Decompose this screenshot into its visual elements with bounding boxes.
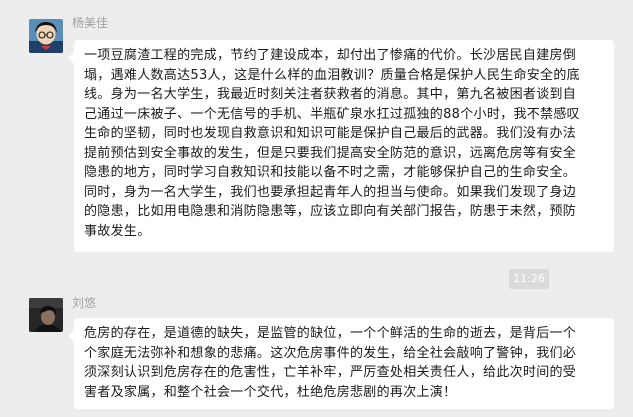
message-line: 生命的坚韧，同时也发现自救意识和知识可能是保护自己最后的武器。我们没有办法 <box>84 126 577 141</box>
message-line: 线。身为一名大学生，我最近时刻关注者获救者的消息。其中，第九名被困者谈到自 <box>84 87 577 102</box>
message-bubble[interactable]: 一项豆腐渣工程的完成，节约了建设成本，却付出了惨痛的代价。长沙居民自建房倒 塌，… <box>68 40 614 252</box>
message-line: 危房的存在，是道德的缺失，是监管的缺位，一个个鲜活的生命的逝去，是背后一个 <box>84 326 577 341</box>
message-bubble[interactable]: 危房的存在，是道德的缺失，是监管的缺位，一个个鲜活的生命的逝去，是背后一个 个家… <box>68 318 614 409</box>
timestamp: 11:26 <box>509 269 549 289</box>
message-line: 同时，身为一名大学生，我们也要承担起青年人的担当与使命。如果我们发现了身边 <box>84 184 577 200</box>
message-line: 隐患的地方，同时学习自救知识和技能以备不时之需，才能够保护自己的生命安全。 <box>84 165 577 180</box>
message-line: 事故发生。 <box>84 223 151 239</box>
message-line: 己通过一床被子、一个无信号的手机、半瓶矿泉水扛过孤独的88个小时，我不禁感叹 <box>84 106 580 122</box>
avatar[interactable] <box>29 19 63 53</box>
message-line: 塌，遇难人数高达53人，这是什么样的血泪教训？质量合格是保护人民生命安全的底 <box>84 67 580 83</box>
message-line: 提前预估到安全事故的发生，但是只要我们提高安全防范的意识，远离危房等有安全 <box>84 145 577 161</box>
sender-name: 杨美佳 <box>72 16 109 30</box>
message-line: 的隐患，比如用电隐患和消防隐患等，应该立即向有关部门报告，防患于未然，预防 <box>84 204 577 219</box>
sender-name: 刘悠 <box>72 296 97 310</box>
message-line: 个家庭无法弥补和想象的悲痛。这次危房事件的发生，给全社会敲响了警钟，我们必 <box>84 345 577 361</box>
message-line: 须深刻认识到危房存在的危害性，亡羊补牢，严厉查处相关责任人，给此次时间的受 <box>84 365 577 380</box>
dark-portrait-photo-icon <box>29 298 63 332</box>
cartoon-boy-with-glasses-icon <box>29 19 63 53</box>
message-line: 一项豆腐渣工程的完成，节约了建设成本，却付出了惨痛的代价。长沙居民自建房倒 <box>84 48 577 63</box>
message-line: 害者及家属，和整个社会一个交代，杜绝危房悲剧的再次上演！ <box>84 384 457 400</box>
avatar[interactable] <box>29 298 63 332</box>
